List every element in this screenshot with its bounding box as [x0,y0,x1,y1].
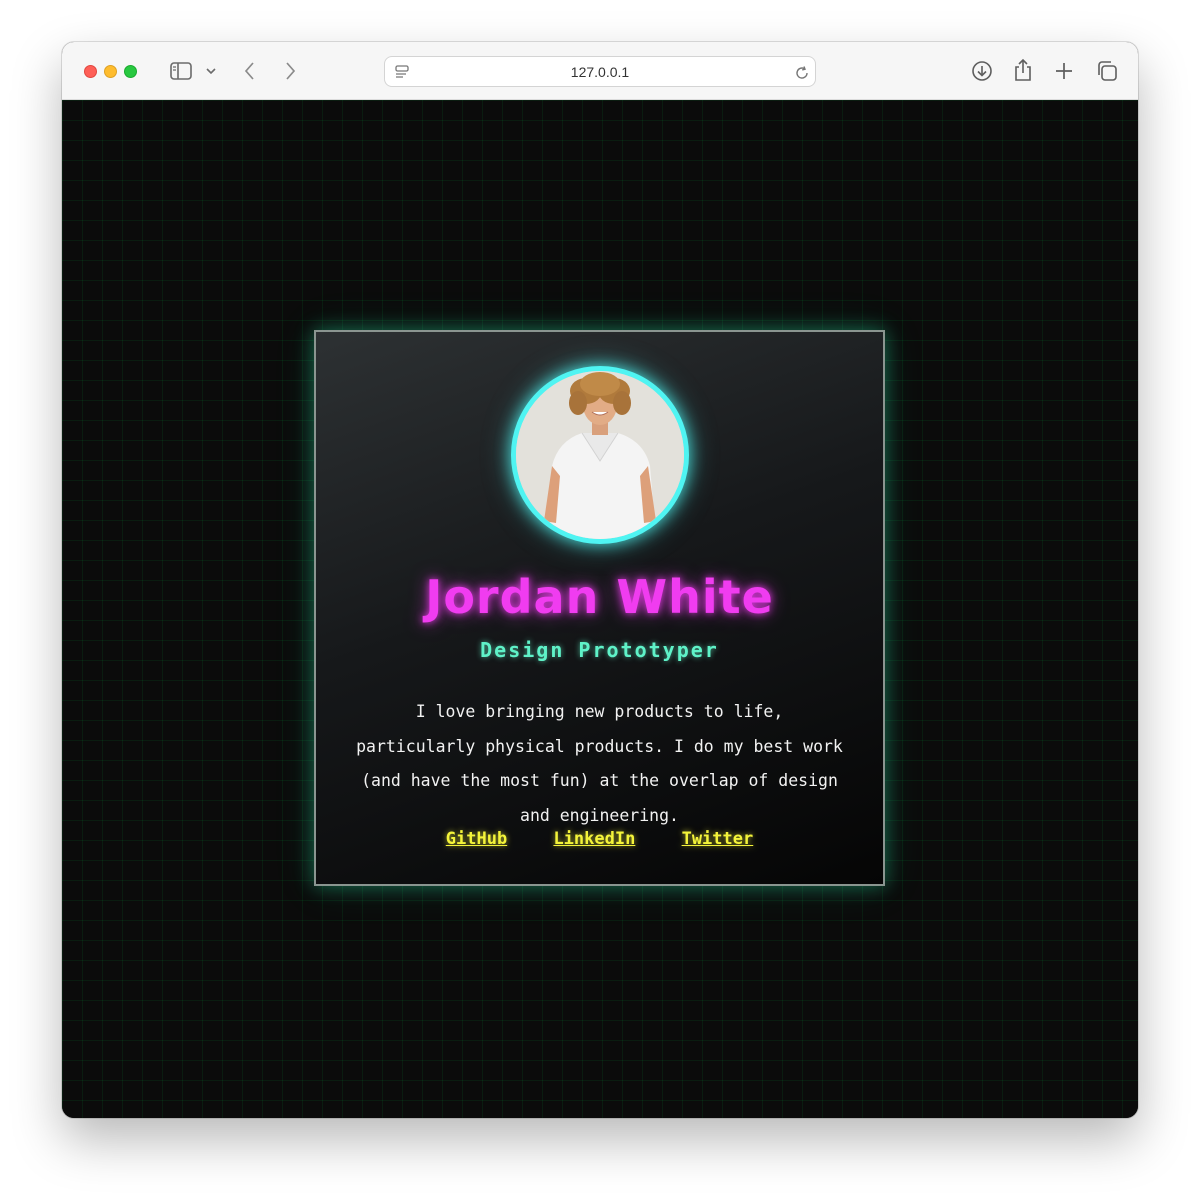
address-bar[interactable]: 127.0.0.1 [384,56,816,87]
profile-bio: I love bringing new products to life, pa… [356,702,843,825]
tab-overview-icon[interactable] [1095,59,1119,83]
browser-window: 127.0.0.1 Jordan White Design Prototyper… [62,42,1138,1118]
close-window-button[interactable] [84,65,97,78]
profile-role: Design Prototyper [480,638,719,662]
linkedin-link[interactable]: LinkedIn [553,829,635,849]
profile-name: Jordan White [425,570,774,624]
new-tab-icon[interactable] [1053,60,1075,82]
twitter-link[interactable]: Twitter [682,829,754,849]
avatar [511,366,689,544]
forward-arrow-icon[interactable] [280,60,300,82]
sidebar-toggle-icon[interactable] [170,60,192,82]
chevron-down-icon[interactable] [204,64,218,78]
zoom-window-button[interactable] [124,65,137,78]
download-icon[interactable] [970,59,994,83]
page-viewport: Jordan White Design Prototyper I love br… [62,100,1138,1118]
social-links: GitHub LinkedIn Twitter [316,829,883,849]
url-text[interactable]: 127.0.0.1 [385,64,815,80]
profile-card: Jordan White Design Prototyper I love br… [314,330,885,886]
browser-toolbar: 127.0.0.1 [62,42,1138,100]
back-arrow-icon[interactable] [240,60,260,82]
github-link[interactable]: GitHub [446,829,507,849]
share-icon[interactable] [1012,57,1034,83]
minimize-window-button[interactable] [104,65,117,78]
avatar-photo [516,371,684,539]
reload-icon[interactable] [793,64,811,82]
